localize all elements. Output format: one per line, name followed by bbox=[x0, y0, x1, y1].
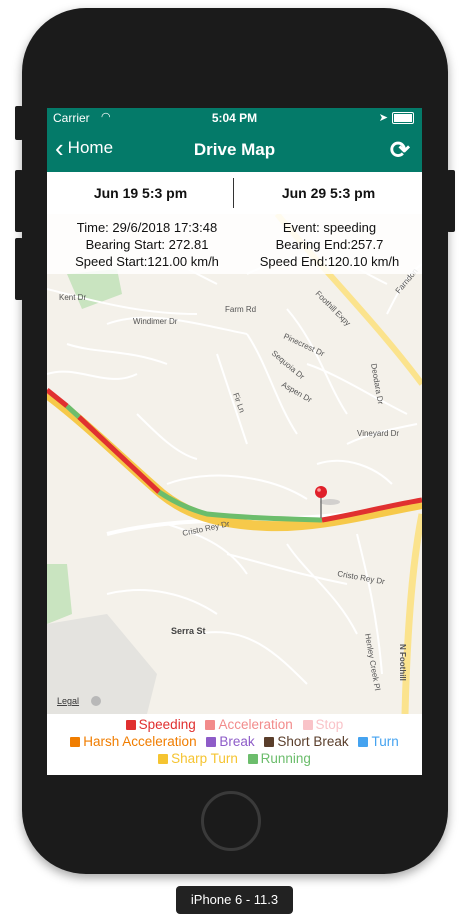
map-pin-icon[interactable] bbox=[315, 486, 327, 498]
legend-item-stop: Stop bbox=[302, 717, 343, 732]
legend-swatch bbox=[158, 754, 169, 764]
event-time: Time: 29/6/2018 17:3:48 bbox=[76, 220, 218, 235]
legend-swatch bbox=[264, 737, 275, 747]
street-label: Farm Rd bbox=[225, 305, 256, 314]
date-divider bbox=[233, 178, 234, 208]
bearing-end: Bearing End:257.7 bbox=[275, 237, 384, 252]
power-button bbox=[447, 170, 455, 232]
nav-bar: ‹ Home Drive Map ⟳ bbox=[47, 128, 422, 172]
pin-highlight bbox=[317, 488, 321, 492]
date-range-bar: Jun 19 5:3 pm Jun 29 5:3 pm bbox=[47, 172, 422, 215]
map-legal-link[interactable]: Legal bbox=[57, 696, 79, 706]
street-label: Vineyard Dr bbox=[357, 429, 399, 438]
legend-swatch bbox=[206, 737, 217, 747]
event-type: Event: speeding bbox=[282, 220, 377, 235]
start-date-button[interactable]: Jun 19 5:3 pm bbox=[47, 185, 234, 201]
status-bar: Carrier ◠ 5:04 PM ➤ bbox=[47, 108, 422, 128]
street-label: Serra St bbox=[171, 626, 206, 636]
location-arrow-icon: ➤ bbox=[378, 112, 388, 124]
battery-icon bbox=[392, 112, 414, 124]
device-label: iPhone 6 - 11.3 bbox=[176, 886, 293, 914]
speed-start: Speed Start:121.00 km/h bbox=[75, 254, 219, 269]
mute-switch bbox=[15, 106, 23, 140]
bearing-start: Bearing Start: 272.81 bbox=[85, 237, 209, 252]
volume-down-button bbox=[15, 238, 23, 300]
compass-icon bbox=[91, 696, 101, 706]
legend-swatch bbox=[247, 754, 258, 764]
legend-item-sharp-turn: Sharp Turn bbox=[158, 751, 238, 766]
street-label: Kent Dr bbox=[59, 293, 86, 302]
legend-item-break: Break bbox=[206, 734, 255, 749]
legend-item-acceleration: Acceleration bbox=[205, 717, 293, 732]
refresh-icon[interactable]: ⟳ bbox=[390, 136, 410, 165]
volume-up-button bbox=[15, 170, 23, 232]
event-info-panel: Time: 29/6/2018 17:3:48 Event: speeding … bbox=[47, 214, 422, 274]
legend-swatch bbox=[125, 720, 136, 730]
app-screen: Carrier ◠ 5:04 PM ➤ ‹ Home Drive Map ⟳ J… bbox=[47, 108, 422, 775]
legend-item-short-break: Short Break bbox=[264, 734, 349, 749]
drive-map[interactable]: Kent Dr Windimer Dr Farm Rd Foothill Exp… bbox=[47, 214, 422, 714]
legend-item-running: Running bbox=[247, 751, 311, 766]
street-label: N Foothill bbox=[398, 644, 407, 681]
legend-item-harsh-acceleration: Harsh Acceleration bbox=[70, 734, 197, 749]
status-time: 5:04 PM bbox=[211, 111, 258, 125]
legend-item-turn: Turn bbox=[358, 734, 399, 749]
home-button[interactable] bbox=[201, 791, 261, 851]
legend-item-speeding: Speeding bbox=[125, 717, 196, 732]
pin-shadow bbox=[320, 499, 340, 505]
end-date-button[interactable]: Jun 29 5:3 pm bbox=[235, 185, 422, 201]
legend-swatch bbox=[358, 737, 369, 747]
legend-swatch bbox=[70, 737, 81, 747]
legend-swatch bbox=[205, 720, 216, 730]
map-legend: Speeding Acceleration Stop Harsh Acceler… bbox=[47, 714, 422, 775]
street-label: Windimer Dr bbox=[133, 317, 178, 326]
legend-swatch bbox=[302, 720, 313, 730]
page-title: Drive Map bbox=[193, 140, 276, 159]
speed-end: Speed End:120.10 km/h bbox=[259, 254, 400, 269]
